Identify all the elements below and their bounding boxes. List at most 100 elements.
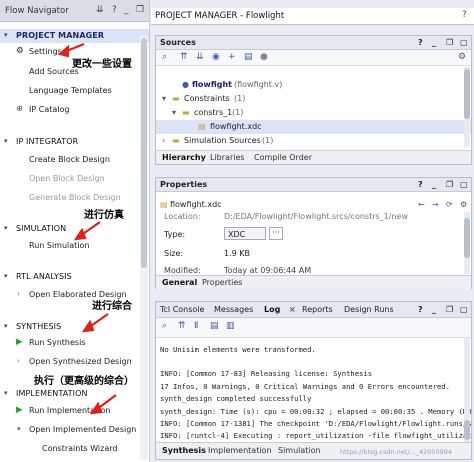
project-manager-header: PROJECT MANAGER - Flowlight ?: [151, 8, 474, 25]
log-line: synth_design completed successfully: [160, 394, 312, 404]
filter-icon[interactable]: ◉: [212, 52, 220, 62]
log-pane: Tcl Console Messages Log × Reports Desig…: [155, 301, 472, 460]
search-icon[interactable]: ⌕: [162, 52, 167, 62]
type-label: Type:: [164, 230, 186, 239]
arrow-head-implementation: [89, 401, 103, 415]
annotation-implementation: 执行（更高级的综合）: [34, 376, 134, 387]
folder-icon: ▬: [172, 136, 180, 145]
add-icon[interactable]: +: [228, 52, 236, 62]
tree-suffix: (flowfight.v): [234, 80, 283, 89]
type-field[interactable]: XDC: [224, 227, 266, 240]
tree-suffix: (1): [262, 136, 274, 145]
back-icon[interactable]: ←: [418, 200, 425, 209]
collapse-icon[interactable]: ⇈: [180, 52, 188, 62]
log-scroll-thumb[interactable]: [464, 420, 470, 440]
chevron-down-icon: ▾: [172, 108, 177, 117]
help-icon[interactable]: ?: [418, 38, 423, 47]
properties-title-bar: Properties ? _ ❐ ▢: [156, 178, 471, 192]
tree-label: Simulation Sources: [184, 136, 261, 145]
tab-tcl-console[interactable]: Tcl Console: [160, 305, 204, 314]
tree-label: constrs_1: [194, 108, 233, 117]
minimize-icon[interactable]: _: [432, 38, 436, 47]
size-label: Size:: [164, 249, 184, 258]
annotation-simulation: 进行仿真: [84, 210, 124, 221]
log-line: 17 Infos, 0 Warnings, 0 Critical Warning…: [160, 381, 450, 391]
collapse-icon[interactable]: ⇈: [178, 321, 186, 331]
log-line: INFO: [runtcl-4] Executing : report_util…: [160, 431, 472, 441]
tab-hierarchy[interactable]: Hierarchy: [162, 153, 206, 162]
tree-suffix: (1): [232, 108, 244, 117]
properties-file-name: flowfight.xdc: [170, 200, 222, 209]
sources-scroll-thumb[interactable]: [464, 69, 470, 119]
tab-log[interactable]: Log: [264, 305, 280, 314]
properties-scroll-thumb[interactable]: [464, 218, 470, 258]
file-icon: ▤: [198, 122, 206, 131]
location-label: Location:: [164, 212, 201, 221]
annotation-synthesis: 进行综合: [92, 301, 132, 312]
expand-icon[interactable]: ⇊: [196, 52, 204, 62]
type-value: XDC: [228, 230, 246, 239]
tab-properties[interactable]: Properties: [202, 278, 242, 287]
close-icon[interactable]: ×: [289, 305, 296, 314]
help-icon[interactable]: ?: [418, 180, 423, 189]
tree-label: flowfight: [192, 80, 232, 89]
forward-icon[interactable]: →: [432, 200, 439, 209]
restore-icon[interactable]: ❐: [446, 180, 453, 189]
pause-icon[interactable]: Ⅱ: [194, 321, 198, 331]
restore-icon[interactable]: ❐: [446, 38, 453, 47]
tab-implementation[interactable]: Implementation: [208, 446, 272, 455]
arrow-head-settings: [57, 44, 70, 58]
tab-simulation[interactable]: Simulation: [278, 446, 321, 455]
tab-libraries[interactable]: Libraries: [210, 153, 245, 162]
size-value: 1.9 KB: [224, 249, 250, 258]
annotation-settings: 更改一些设置: [72, 59, 132, 70]
settings-icon[interactable]: ⚙: [458, 52, 466, 62]
badge-icon: ●: [260, 52, 268, 62]
clear-icon[interactable]: ▤: [210, 321, 219, 331]
tree-row-constraints[interactable]: ▾ ▬ Constraints (1): [156, 92, 471, 106]
folder-icon: ▬: [172, 94, 180, 103]
tab-compile-order[interactable]: Compile Order: [254, 153, 312, 162]
help-icon[interactable]: ?: [418, 305, 423, 314]
properties-tabs: General Properties: [156, 275, 471, 289]
modified-value: Today at 09:06:44 AM: [224, 266, 312, 275]
page-title: PROJECT MANAGER - Flowlight: [155, 11, 285, 21]
file-icon: ▤: [160, 200, 168, 209]
properties-file-row: ▤ flowfight.xdc ← → ⟳ ⚙: [156, 198, 471, 212]
refresh-icon[interactable]: ⟳: [446, 200, 453, 209]
location-value: D:/EDA/Flowlight/Flowlight.srcs/constrs_…: [224, 212, 409, 221]
log-line: INFO: [Common 17-83] Releasing license: …: [160, 369, 373, 379]
minimize-icon[interactable]: _: [432, 305, 436, 314]
tree-label: flowfight.xdc: [210, 122, 262, 131]
copy-icon[interactable]: ▥: [226, 321, 235, 331]
tab-general[interactable]: General: [162, 278, 197, 287]
maximize-icon[interactable]: ▢: [460, 180, 468, 189]
run-tabs: Synthesis Implementation Simulation http…: [156, 442, 471, 459]
log-line: No Unisim elements were transformed.: [160, 345, 316, 354]
tree-row-simulation-sources[interactable]: › ▬ Simulation Sources (1): [156, 134, 471, 148]
properties-pane: Properties ? _ ❐ ▢ ▤ flowfight.xdc ← → ⟳…: [155, 177, 472, 289]
tree-row-flowfight[interactable]: ● flowfight (flowfight.v): [156, 78, 471, 92]
tab-reports[interactable]: Reports: [302, 305, 333, 314]
watermark: https://blog.csdn.net/..._42050994: [340, 448, 453, 456]
tree-icon[interactable]: ▤: [244, 52, 253, 62]
folder-icon: ▬: [182, 108, 190, 117]
help-icon[interactable]: ?: [462, 10, 467, 20]
arrow-head-synthesis: [81, 319, 95, 333]
settings-icon[interactable]: ⚙: [460, 200, 467, 209]
tree-row-constrs-1[interactable]: ▾ ▬ constrs_1 (1): [156, 106, 471, 120]
restore-icon[interactable]: ❐: [446, 305, 453, 314]
log-line: synth_design: Time (s): cpu = 00:00:32 ;…: [160, 406, 472, 416]
log-toolbar: ⌕ ⇈ Ⅱ ▤ ▥: [156, 318, 471, 338]
type-browse-button[interactable]: ···: [269, 227, 283, 240]
maximize-icon[interactable]: ▢: [460, 38, 468, 47]
tab-design-runs[interactable]: Design Runs: [344, 305, 394, 314]
tab-messages[interactable]: Messages: [214, 305, 253, 314]
tree-row-flowfight-xdc[interactable]: ▤ flowfight.xdc: [156, 120, 471, 134]
minimize-icon[interactable]: _: [432, 180, 436, 189]
search-icon[interactable]: ⌕: [162, 321, 167, 331]
tree-suffix: (1): [234, 94, 246, 103]
maximize-icon[interactable]: ▢: [460, 305, 468, 314]
tab-synthesis[interactable]: Synthesis: [162, 446, 206, 455]
